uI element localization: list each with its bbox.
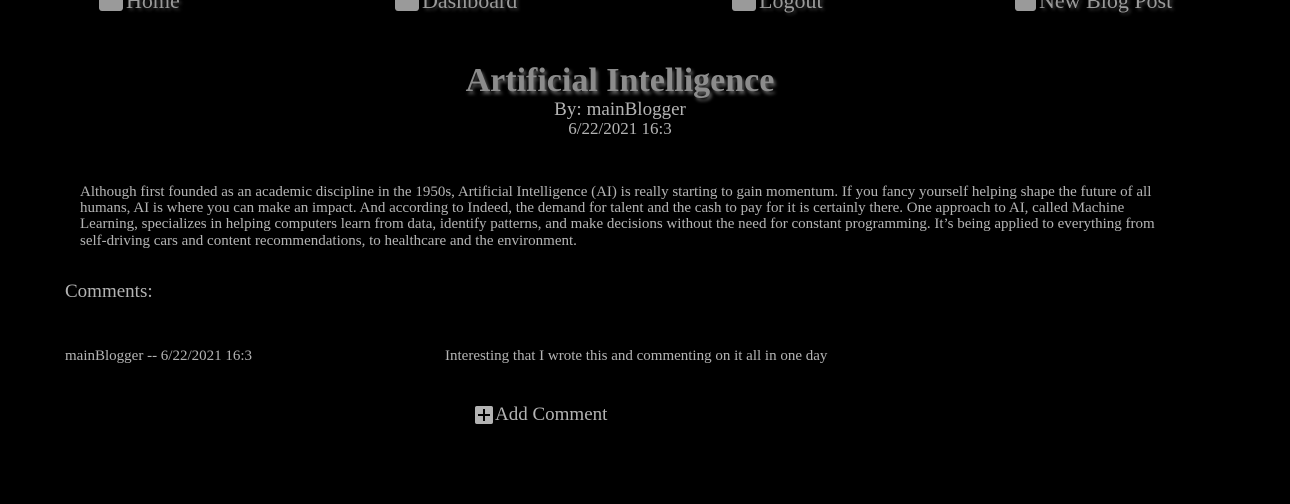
comments-heading: Comments:: [65, 281, 153, 302]
nav-logout-link[interactable]: Logout: [732, 0, 823, 14]
plus-square-icon: [475, 406, 493, 424]
nav-home-label: Home: [126, 0, 180, 13]
nav-dashboard-link[interactable]: Dashboard: [395, 0, 517, 14]
nav-home-link[interactable]: Home: [99, 0, 180, 14]
nav-new-blog-post-link[interactable]: New Blog Post: [1015, 0, 1172, 14]
post-body: Although first founded as an academic di…: [80, 184, 1155, 249]
post-author: By: mainBlogger: [0, 100, 1240, 120]
add-comment-button[interactable]: Add Comment: [475, 404, 607, 426]
nav-logout-label: Logout: [759, 0, 823, 13]
post-date: 6/22/2021 16:3: [568, 119, 672, 138]
comment-text: Interesting that I wrote this and commen…: [445, 348, 828, 364]
add-comment-label: Add Comment: [495, 404, 608, 425]
logout-icon: [732, 0, 756, 11]
plus-square-icon: [1015, 0, 1036, 11]
top-nav: Home Dashboard Logout New Blog Post: [0, 0, 1290, 14]
nav-new-blog-post-label: New Blog Post: [1039, 0, 1173, 13]
post-author-prefix: By:: [554, 99, 582, 120]
comment-row: mainBlogger -- 6/22/2021 16:3 Interestin…: [65, 347, 1165, 365]
nav-dashboard-label: Dashboard: [422, 0, 518, 13]
blog-post-page: Home Dashboard Logout New Blog Post Arti…: [0, 0, 1290, 504]
home-icon: [99, 0, 123, 11]
comment-meta: mainBlogger -- 6/22/2021 16:3: [65, 348, 253, 364]
post-author-name: mainBlogger: [586, 99, 686, 120]
post-title: Artificial Intelligence: [465, 62, 775, 99]
dashboard-icon: [395, 0, 419, 11]
